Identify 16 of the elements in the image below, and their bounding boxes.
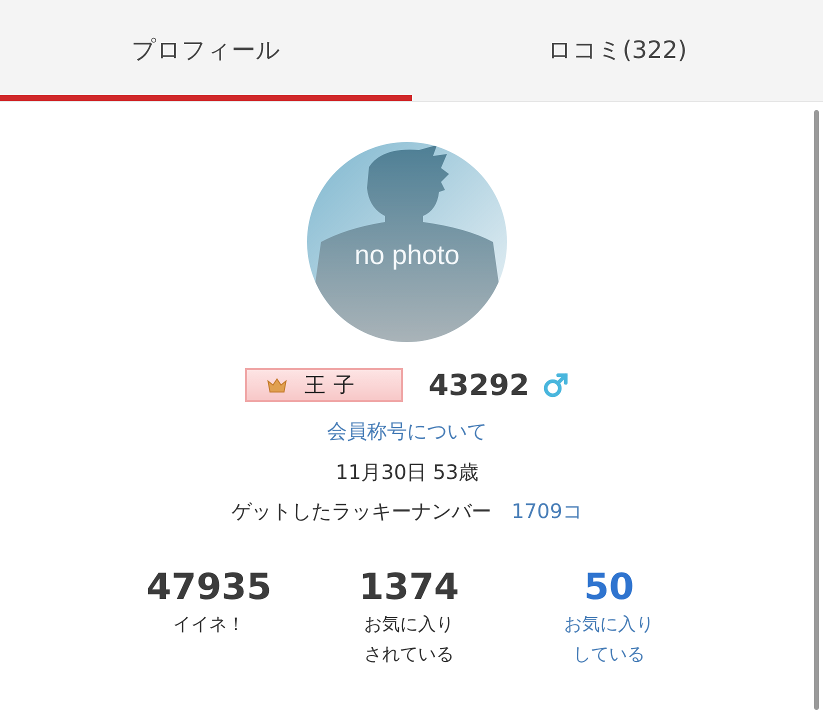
stat-value: 47935	[146, 567, 272, 608]
title-text: 王子	[304, 372, 363, 399]
birthday-age: 11月30日 53歳	[336, 459, 478, 486]
lucky-count-link[interactable]: 1709コ	[512, 498, 582, 525]
crown-icon	[266, 377, 287, 393]
tab[interactable]: ロコミ(322)	[412, 0, 823, 101]
tab[interactable]: プロフィール	[0, 0, 412, 101]
lucky-label: ゲットしたラッキーナンバー	[232, 498, 492, 525]
member-id: 43292	[428, 368, 530, 402]
stat-value: 1374	[358, 567, 460, 608]
photo-caption: no photo	[353, 240, 461, 271]
stat-link[interactable]: 50	[584, 567, 634, 608]
stat-label: イイネ！	[172, 613, 246, 637]
stat-label-link[interactable]: お気に入りしている	[564, 610, 654, 670]
title-link[interactable]: 会員称号について	[327, 418, 487, 445]
stat-label: お気に入りされている	[364, 613, 454, 667]
